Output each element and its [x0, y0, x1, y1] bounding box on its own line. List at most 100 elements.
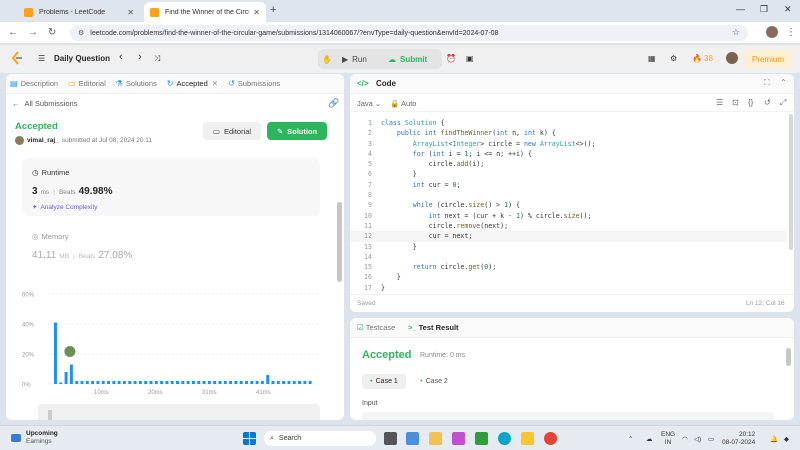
file-explorer-icon[interactable]	[429, 432, 442, 445]
chart-bar[interactable]	[197, 381, 201, 384]
chart-bar[interactable]	[59, 382, 63, 385]
premium-button[interactable]: Premium	[744, 50, 792, 68]
chart-bar[interactable]	[128, 381, 132, 384]
browser-tab-problems[interactable]: Problems - LeetCode ✕	[18, 2, 140, 22]
weather-icon[interactable]	[10, 432, 22, 444]
weather-widget[interactable]: Upcoming Earnings	[26, 430, 58, 446]
chart-bar[interactable]	[229, 381, 233, 384]
tab-testcase[interactable]: ☑ Testcase	[357, 323, 395, 332]
username[interactable]: vimal_raj_	[27, 137, 59, 144]
chart-bar[interactable]	[181, 381, 185, 384]
chart-bar[interactable]	[191, 381, 195, 384]
task-view-icon[interactable]	[384, 432, 397, 445]
chart-bar[interactable]	[303, 381, 307, 384]
code-line[interactable]: 12 cur = next;	[350, 231, 786, 242]
timer-icon[interactable]: ⏰	[446, 54, 456, 63]
language-indicator[interactable]: ENG IN	[661, 431, 675, 447]
memory-card[interactable]: ◎ Memory 41.11 MB | Beats 27.08%	[22, 224, 320, 270]
cloud-icon[interactable]: ☁	[646, 435, 653, 443]
case-1-button[interactable]: • Case 1	[362, 374, 406, 389]
runtime-card[interactable]: ◷ Runtime 3 ms | Beats 49.98% ✦ Analyze Co…	[22, 158, 320, 216]
run-button[interactable]: ▶ Run	[342, 49, 376, 69]
chart-bar[interactable]	[207, 381, 211, 384]
chart-bar[interactable]	[160, 381, 164, 384]
chart-bar[interactable]	[107, 381, 110, 384]
reload-icon[interactable]: ↻	[48, 27, 56, 38]
reset-icon[interactable]: ↺	[764, 98, 771, 107]
close-tab-icon[interactable]: ✕	[212, 79, 218, 88]
prev-problem-icon[interactable]: ‹	[119, 51, 123, 63]
app-icon[interactable]	[521, 432, 534, 445]
chart-bar[interactable]	[292, 381, 296, 384]
volume-icon[interactable]: ◁)	[694, 435, 701, 443]
chart-bar[interactable]	[282, 381, 286, 384]
streak-fire-icon[interactable]: 🔥	[692, 54, 702, 63]
chart-bar[interactable]	[80, 381, 84, 384]
close-window-icon[interactable]: ✕	[784, 4, 792, 15]
maximize-icon[interactable]: ❐	[760, 4, 768, 15]
minimize-icon[interactable]: —	[736, 4, 745, 14]
chart-bar[interactable]	[234, 381, 238, 384]
fullscreen-icon[interactable]: ⤢	[780, 98, 786, 108]
tab-editorial[interactable]: ▭ Editorial	[68, 79, 106, 88]
problem-list-icon[interactable]: ☰	[38, 54, 45, 63]
next-problem-icon[interactable]: ›	[138, 51, 142, 63]
solution-button[interactable]: ✎ Solution	[267, 122, 327, 140]
chart-bar[interactable]	[308, 381, 312, 384]
store-icon[interactable]	[452, 432, 465, 445]
all-submissions-link[interactable]: ← All Submissions	[12, 99, 77, 108]
code-line[interactable]: 16 }	[350, 272, 786, 282]
chrome-icon[interactable]	[544, 432, 557, 445]
code-line[interactable]: 4 for (int i = 1; i <= n; ++i) {	[350, 149, 786, 159]
code-preview-card[interactable]	[38, 404, 320, 420]
profile-avatar[interactable]	[766, 26, 778, 38]
chart-bar[interactable]	[239, 381, 243, 384]
result-scrollbar[interactable]	[786, 348, 791, 366]
code-line[interactable]: 2 public int findTheWinner(int n, int k)…	[350, 128, 786, 138]
site-info-icon[interactable]: ⚙	[78, 29, 84, 37]
chart-bar[interactable]	[223, 381, 227, 384]
analyze-complexity-link[interactable]: ✦ Analyze Complexity	[32, 203, 98, 212]
new-tab-icon[interactable]: +	[270, 4, 276, 16]
notification-icon[interactable]: 🔔	[770, 435, 778, 443]
shuffle-icon[interactable]: ⤨	[154, 54, 160, 64]
layout-icon[interactable]: ▦	[648, 54, 656, 63]
chart-bar[interactable]	[85, 381, 89, 384]
close-tab-icon[interactable]: ✕	[127, 8, 134, 17]
windows-start-icon[interactable]	[243, 432, 256, 445]
chart-bar[interactable]	[75, 381, 79, 384]
code-line[interactable]: 5 circle.add(i);	[350, 159, 786, 169]
settings-icon[interactable]: ⚙	[670, 54, 677, 63]
leetcode-logo-icon[interactable]	[10, 51, 24, 65]
tab-submissions[interactable]: ↺ Submissions	[228, 79, 280, 88]
runtime-distribution-chart[interactable]: 60% 40% 20% 0% 10ms 20ms 31ms 41ms	[18, 284, 338, 419]
chart-bar[interactable]	[133, 381, 137, 384]
chart-bar[interactable]	[138, 381, 142, 384]
chart-bar[interactable]	[54, 322, 57, 385]
tab-solutions[interactable]: ⚗ Solutions	[116, 79, 157, 88]
tab-description[interactable]: ▤ Description	[10, 79, 58, 88]
chart-bar[interactable]	[117, 381, 121, 384]
chart-bar[interactable]	[186, 381, 190, 384]
maximize-panel-icon[interactable]: ⛶	[764, 78, 770, 88]
user-position-marker[interactable]	[63, 345, 77, 358]
xbox-icon[interactable]	[475, 432, 488, 445]
code-line[interactable]: 7 int cur = 0;	[350, 180, 786, 190]
chart-bar[interactable]	[101, 381, 105, 384]
editorial-button[interactable]: ▭ Editorial	[203, 122, 261, 140]
code-line[interactable]: 14	[350, 252, 786, 262]
submit-button[interactable]: ☁ Submit	[388, 49, 438, 69]
chart-bar[interactable]	[271, 381, 275, 384]
case-2-button[interactable]: • Case 2	[412, 374, 456, 389]
tab-accepted[interactable]: ↻ Accepted ✕	[167, 79, 218, 88]
chart-bar[interactable]	[91, 381, 95, 384]
chart-bar[interactable]	[260, 381, 264, 384]
chart-bar[interactable]	[218, 381, 222, 384]
chart-bar[interactable]	[144, 381, 148, 384]
chart-bar[interactable]	[112, 381, 116, 384]
chart-bar[interactable]	[266, 375, 270, 384]
code-line[interactable]: 17}	[350, 283, 786, 293]
code-editor[interactable]: 1 class Solution {2 public int findTheWin…	[350, 118, 786, 293]
debug-icon[interactable]: ✋	[322, 49, 338, 69]
chart-bar[interactable]	[213, 381, 217, 384]
